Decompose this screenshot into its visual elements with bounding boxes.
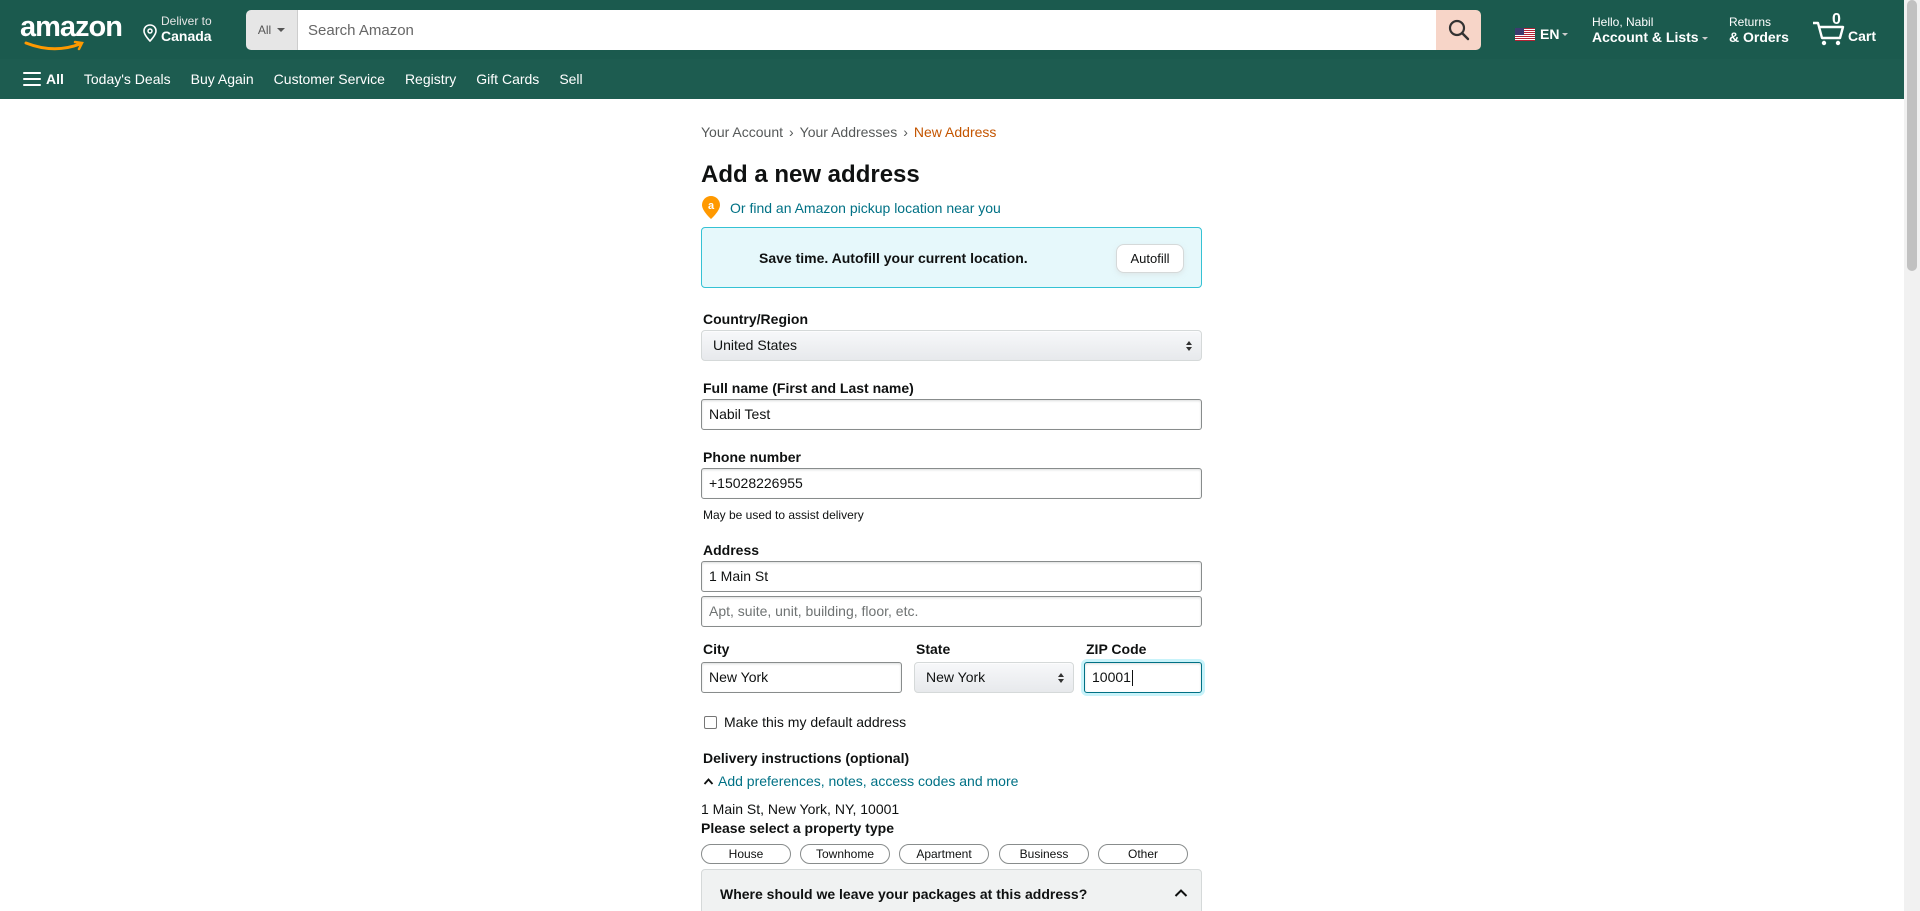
property-house-button[interactable]: House (701, 844, 791, 864)
chevron-down-icon (1562, 32, 1569, 36)
nav-buy-again[interactable]: Buy Again (181, 59, 264, 99)
breadcrumb-new-address: New Address (913, 124, 997, 140)
orders-label: & Orders (1729, 29, 1789, 45)
search-category-dropdown[interactable]: All (246, 10, 298, 50)
smile-arrow-icon (24, 40, 84, 51)
phone-label: Phone number (703, 449, 802, 465)
returns-label: Returns (1729, 15, 1772, 29)
phone-hint: May be used to assist delivery (703, 508, 864, 522)
breadcrumb-your-addresses[interactable]: Your Addresses (800, 124, 898, 140)
all-menu-label: All (46, 71, 64, 87)
zip-value: 10001 (1092, 669, 1131, 685)
package-location-section[interactable]: Where should we leave your packages at t… (701, 869, 1202, 911)
deliver-to-location: Canada (161, 28, 212, 44)
autofill-banner: Save time. Autofill your current locatio… (701, 227, 1202, 288)
nav-customer-service[interactable]: Customer Service (264, 59, 395, 99)
checkbox-icon[interactable] (704, 715, 717, 729)
amazon-pickup-marker-icon: a (702, 196, 720, 219)
breadcrumb-separator: › (789, 124, 794, 140)
search-icon (1448, 19, 1469, 41)
zip-label: ZIP Code (1086, 641, 1147, 657)
page-title: Add a new address (701, 161, 920, 188)
fullname-label: Full name (First and Last name) (703, 380, 914, 396)
hamburger-icon (23, 72, 41, 86)
location-pin-icon (143, 24, 157, 42)
us-flag-icon (1515, 27, 1535, 41)
phone-input[interactable]: +15028226955 (701, 468, 1202, 499)
deliver-to[interactable]: Deliver to Canada (142, 14, 212, 44)
svg-text:a: a (708, 200, 715, 212)
address-summary: 1 Main St, New York, NY, 10001 (701, 801, 900, 817)
account-lists-label: Account & Lists (1592, 29, 1699, 45)
nav-registry[interactable]: Registry (395, 59, 466, 99)
pickup-location-link[interactable]: a Or find an Amazon pickup location near… (701, 195, 1001, 220)
cart-label: Cart (1848, 28, 1877, 44)
all-menu-button[interactable]: All (13, 59, 74, 99)
scrollbar-thumb[interactable] (1907, 0, 1917, 271)
select-arrows-icon (1058, 673, 1064, 683)
state-select[interactable]: New York (914, 662, 1074, 693)
zip-input[interactable]: 10001 (1084, 662, 1202, 693)
search-bar: All (246, 10, 1481, 50)
chevron-up-icon (1174, 889, 1188, 897)
text-cursor (1131, 670, 1133, 687)
nav-sell[interactable]: Sell (549, 59, 592, 99)
country-value: United States (713, 337, 798, 353)
select-arrows-icon (1186, 341, 1192, 351)
nav-todays-deals[interactable]: Today's Deals (74, 59, 181, 99)
breadcrumb: Your Account › Your Addresses › New Address (701, 124, 996, 140)
property-apartment-button[interactable]: Apartment (899, 844, 989, 864)
breadcrumb-separator: › (903, 124, 908, 140)
property-type-title: Please select a property type (701, 820, 894, 836)
account-greeting: Hello, Nabil (1592, 15, 1654, 29)
address-line1-input[interactable]: 1 Main St (701, 561, 1202, 592)
top-nav: amazon Deliver to Canada All Search Amaz… (0, 0, 1904, 59)
chevron-down-icon (277, 28, 286, 32)
add-preferences-text: Add preferences, notes, access codes and… (718, 773, 1019, 789)
app: amazon Deliver to Canada All Search Amaz… (0, 0, 1920, 911)
property-other-button[interactable]: Other (1098, 844, 1188, 864)
cart-button[interactable]: 0 Cart (1812, 11, 1877, 46)
property-business-button[interactable]: Business (999, 844, 1089, 864)
autofill-message: Save time. Autofill your current locatio… (759, 250, 1028, 266)
search-category-label: All (257, 23, 272, 37)
pickup-link-text: Or find an Amazon pickup location near y… (730, 199, 1001, 216)
default-address-label: Make this my default address (724, 714, 907, 730)
breadcrumb-your-account[interactable]: Your Account (701, 124, 783, 140)
state-value: New York (926, 669, 986, 685)
chevron-down-icon (1701, 36, 1708, 40)
deliver-to-label: Deliver to (161, 14, 212, 28)
country-label: Country/Region (703, 311, 808, 327)
chevron-up-icon (703, 777, 714, 785)
account-menu[interactable]: Hello, Nabil Account & Lists (1592, 15, 1708, 46)
logo-wordmark: amazon (20, 11, 123, 43)
language-label: EN (1540, 26, 1560, 42)
search-input[interactable] (298, 10, 1436, 50)
autofill-button[interactable]: Autofill (1116, 244, 1184, 273)
package-location-question: Where should we leave your packages at t… (720, 886, 1088, 902)
state-label: State (916, 641, 951, 657)
city-input[interactable]: New York (701, 662, 902, 693)
country-select[interactable]: United States (701, 330, 1202, 361)
cart-count: 0 (1832, 11, 1841, 28)
add-preferences-link[interactable]: Add preferences, notes, access codes and… (703, 773, 1018, 789)
language-selector[interactable]: EN (1515, 26, 1569, 42)
delivery-instructions-label: Delivery instructions (optional) (703, 750, 910, 766)
returns-orders-link[interactable]: Returns & Orders (1729, 15, 1789, 46)
sub-nav: All Today's Deals Buy Again Customer Ser… (0, 59, 1904, 99)
address-label: Address (703, 542, 760, 558)
page-scrollbar[interactable] (1904, 0, 1920, 911)
fullname-input[interactable]: Nabil Test (701, 399, 1202, 430)
default-address-checkbox[interactable]: Make this my default address (704, 714, 906, 730)
nav-gift-cards[interactable]: Gift Cards (466, 59, 549, 99)
search-button[interactable] (1436, 10, 1481, 50)
city-label: City (703, 641, 730, 657)
property-townhome-button[interactable]: Townhome (800, 844, 890, 864)
address-line2-input[interactable]: Apt, suite, unit, building, floor, etc. (701, 596, 1202, 627)
amazon-logo[interactable]: amazon (20, 11, 123, 51)
